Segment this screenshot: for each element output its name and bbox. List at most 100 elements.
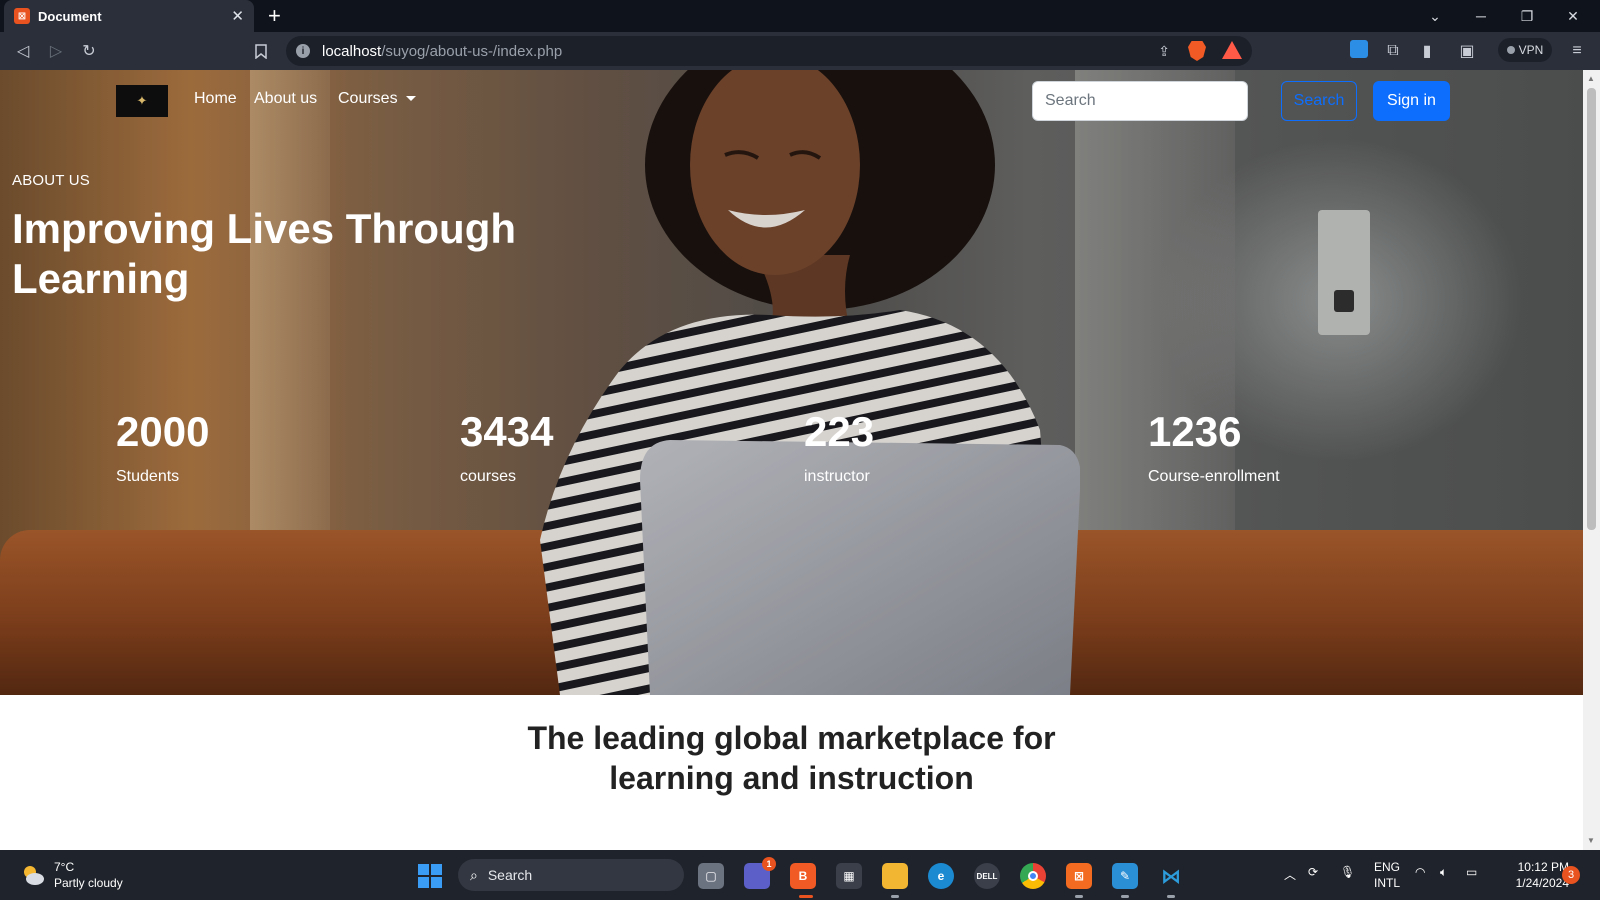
close-tab-icon[interactable]: ✕ [231, 7, 244, 25]
notification-badge[interactable]: 3 [1562, 866, 1580, 884]
extensions-puzzle-icon[interactable]: ⧉ [1382, 40, 1404, 62]
site-navbar: ✦ Home About us Courses Search Sign in [0, 70, 1583, 132]
keyboard-layout: INTL [1374, 876, 1401, 890]
caret-down-icon [405, 96, 416, 102]
edge-browser-icon[interactable]: e [928, 863, 954, 889]
browser-menu-icon[interactable]: ≡ [1566, 40, 1588, 62]
page-viewport: ✦ Home About us Courses Search Sign in A… [0, 70, 1583, 850]
stat-label: instructor [804, 468, 870, 485]
file-explorer-icon[interactable] [882, 863, 908, 889]
nav-courses-dropdown[interactable]: Courses [338, 90, 416, 108]
stat-label: Course-enrollment [1148, 468, 1280, 485]
tab-search-chevron-icon[interactable]: ⌄ [1412, 0, 1458, 32]
brave-shields-icon[interactable] [1188, 41, 1206, 61]
back-icon[interactable]: ◁ [12, 40, 34, 62]
browser-tab-bar: ⊠ Document ✕ + ⌄ ─ ❐ ✕ [0, 0, 1600, 32]
share-icon[interactable]: ⇪ [1158, 43, 1170, 60]
task-view-icon[interactable]: ▢ [698, 863, 724, 889]
address-bar[interactable]: i localhost/suyog/about-us-/index.php ⇪ [286, 36, 1252, 66]
stat-value: 2000 [116, 408, 210, 455]
site-info-icon[interactable]: i [296, 44, 310, 58]
marketplace-tagline: The leading global marketplace for learn… [0, 718, 1583, 798]
hero-section: ✦ Home About us Courses Search Sign in A… [0, 70, 1583, 695]
stat-label: courses [460, 468, 517, 485]
minimize-icon[interactable]: ─ [1458, 0, 1504, 32]
vpn-label: VPN [1518, 43, 1544, 57]
show-hidden-icons-chevron[interactable]: ︿ [1284, 866, 1296, 883]
vscode-icon[interactable]: ⋈ [1158, 863, 1184, 889]
stat-instructors: 223 instructor [804, 406, 874, 486]
paint-app-icon[interactable]: ✎ [1112, 863, 1138, 889]
section-eyebrow: ABOUT US [12, 172, 91, 189]
tagline-line-1: The leading global marketplace for [527, 720, 1056, 756]
site-logo[interactable]: ✦ [116, 85, 168, 117]
dell-icon[interactable]: DELL [974, 863, 1000, 889]
sign-in-button[interactable]: Sign in [1373, 81, 1450, 121]
page-scrollbar[interactable]: ▲ ▼ [1583, 70, 1600, 850]
scroll-up-icon[interactable]: ▲ [1587, 74, 1595, 83]
hero-overlay [0, 70, 1583, 695]
reload-icon[interactable]: ↻ [78, 40, 100, 62]
weather-temperature[interactable]: 7°C [54, 860, 74, 874]
brave-browser-icon[interactable]: B [790, 863, 816, 889]
url-path: /suyog/about-us-/index.php [381, 42, 563, 60]
nav-about-us[interactable]: About us [254, 90, 317, 108]
vpn-button[interactable]: VPN [1498, 38, 1552, 62]
partly-cloudy-icon[interactable] [20, 862, 46, 888]
stat-value: 1236 [1148, 408, 1242, 455]
browser-tab-document[interactable]: ⊠ Document ✕ [4, 0, 254, 32]
volume-icon[interactable]: 🔈︎ [1440, 865, 1447, 880]
language-indicator[interactable]: ENG INTL [1374, 860, 1400, 890]
taskbar-search[interactable]: ⌕ Search [458, 859, 684, 891]
microsoft-store-icon[interactable]: ▦ [836, 863, 862, 889]
chrome-browser-icon[interactable] [1020, 863, 1046, 889]
site-search-input[interactable] [1032, 81, 1248, 121]
stat-students: 2000 Students [116, 406, 209, 486]
nav-home[interactable]: Home [194, 90, 237, 108]
brave-rewards-icon[interactable] [1222, 41, 1242, 59]
browser-toolbar: ◁ ▷ ↻ i localhost/suyog/about-us-/index.… [0, 32, 1600, 70]
clock-time[interactable]: 10:12 PM [1505, 860, 1569, 874]
wifi-icon[interactable]: ◠ [1415, 865, 1425, 879]
language-code: ENG [1374, 860, 1401, 874]
teams-chat-icon[interactable]: 1 [744, 857, 776, 889]
hero-headline: Improving Lives Through Learning [12, 205, 517, 302]
running-app-indicator [1075, 895, 1083, 898]
scrollbar-thumb[interactable] [1587, 88, 1596, 530]
nav-courses-label: Courses [338, 90, 398, 107]
extension-icon[interactable] [1350, 40, 1368, 58]
clock-date[interactable]: 1/24/2024 [1495, 876, 1569, 890]
sync-icon[interactable]: ⟳ [1308, 865, 1318, 879]
stat-courses: 3434 courses [460, 406, 553, 486]
active-app-indicator [799, 895, 813, 898]
search-icon: ⌕ [470, 866, 478, 883]
weather-description[interactable]: Partly cloudy [54, 876, 123, 890]
microphone-icon[interactable]: 🎙︎ [1340, 865, 1355, 879]
xampp-icon: ⊠ [14, 8, 30, 24]
scroll-down-icon[interactable]: ▼ [1587, 836, 1595, 845]
vpn-dot-icon [1506, 46, 1515, 54]
xampp-icon[interactable]: ⊠ [1066, 863, 1092, 889]
window-close-icon[interactable]: ✕ [1550, 0, 1596, 32]
stat-label: Students [116, 468, 180, 485]
restore-icon[interactable]: ❐ [1504, 0, 1550, 32]
taskbar-search-label: Search [487, 867, 533, 883]
running-app-indicator [1121, 895, 1129, 898]
bookmark-icon[interactable] [250, 40, 272, 62]
site-search-button[interactable]: Search [1281, 81, 1357, 121]
forward-icon[interactable]: ▷ [45, 40, 67, 62]
battery-icon[interactable]: ▭ [1466, 865, 1477, 879]
running-app-indicator [1167, 895, 1175, 898]
running-app-indicator [891, 895, 899, 898]
stat-course-enrollment: 1236 Course-enrollment [1148, 406, 1280, 486]
new-tab-icon[interactable]: + [268, 4, 281, 28]
sidebar-toggle-icon[interactable]: ▮ [1416, 40, 1438, 62]
stat-value: 223 [804, 408, 875, 455]
windows-taskbar: 7°C Partly cloudy ⌕ Search ▢ 1 B ▦ e DEL… [0, 850, 1600, 900]
windows-start-icon[interactable] [418, 864, 442, 888]
wallet-icon[interactable]: ▣ [1456, 40, 1478, 62]
teams-badge: 1 [762, 857, 776, 871]
tab-title: Document [38, 8, 102, 24]
url-host: localhost [322, 42, 382, 60]
stat-value: 3434 [460, 408, 554, 455]
